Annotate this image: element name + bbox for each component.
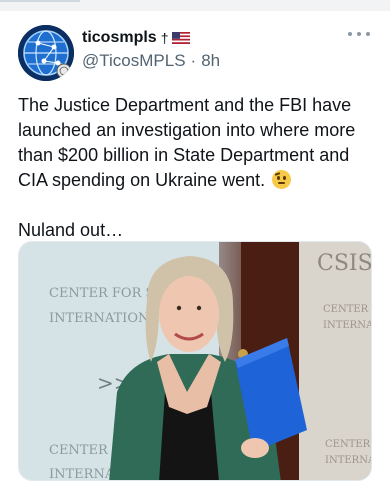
timestamp[interactable]: 8h <box>201 51 220 71</box>
globe-avatar-icon <box>18 25 74 81</box>
signage-text-7: CENTER <box>325 439 371 450</box>
author-name-row[interactable]: ticosmpls † <box>82 29 191 47</box>
divider <box>0 0 80 2</box>
signage-text-6: INTERNA <box>323 320 372 331</box>
signage-logo-text: CSIS <box>317 251 372 276</box>
face <box>159 276 219 352</box>
name-glyph: † <box>160 30 169 46</box>
handle[interactable]: @TicosMPLS <box>82 51 186 71</box>
us-flag-icon <box>172 32 191 44</box>
previous-tweet-edge <box>0 0 390 11</box>
tweet-text-paragraph-2: Nuland out… <box>18 220 124 240</box>
tweet-card[interactable]: ticosmpls † @TicosMPLS · 8h The Justice … <box>0 11 390 500</box>
separator: · <box>190 51 197 70</box>
tweet-body: The Justice Department and the FBI have … <box>18 93 358 243</box>
tweet-text-paragraph: The Justice Department and the FBI have … <box>18 95 356 190</box>
raised-eyebrow-emoji-icon <box>272 170 292 189</box>
handle-row: @TicosMPLS · 8h <box>82 51 220 71</box>
more-horizontal-icon[interactable] <box>348 27 370 41</box>
photo: CENTER FOR STRA INTERNATIONAL >> CENTER … <box>19 242 372 480</box>
hand <box>241 438 269 458</box>
signage-text-3: CENTER F <box>49 443 121 458</box>
display-name[interactable]: ticosmpls <box>82 29 157 47</box>
tweet-media-image[interactable]: CENTER FOR STRA INTERNATIONAL >> CENTER … <box>18 241 372 481</box>
signage-text-8: INTERNA <box>325 455 372 466</box>
signage-text-5: CENTER <box>323 304 369 315</box>
avatar[interactable] <box>18 25 74 81</box>
